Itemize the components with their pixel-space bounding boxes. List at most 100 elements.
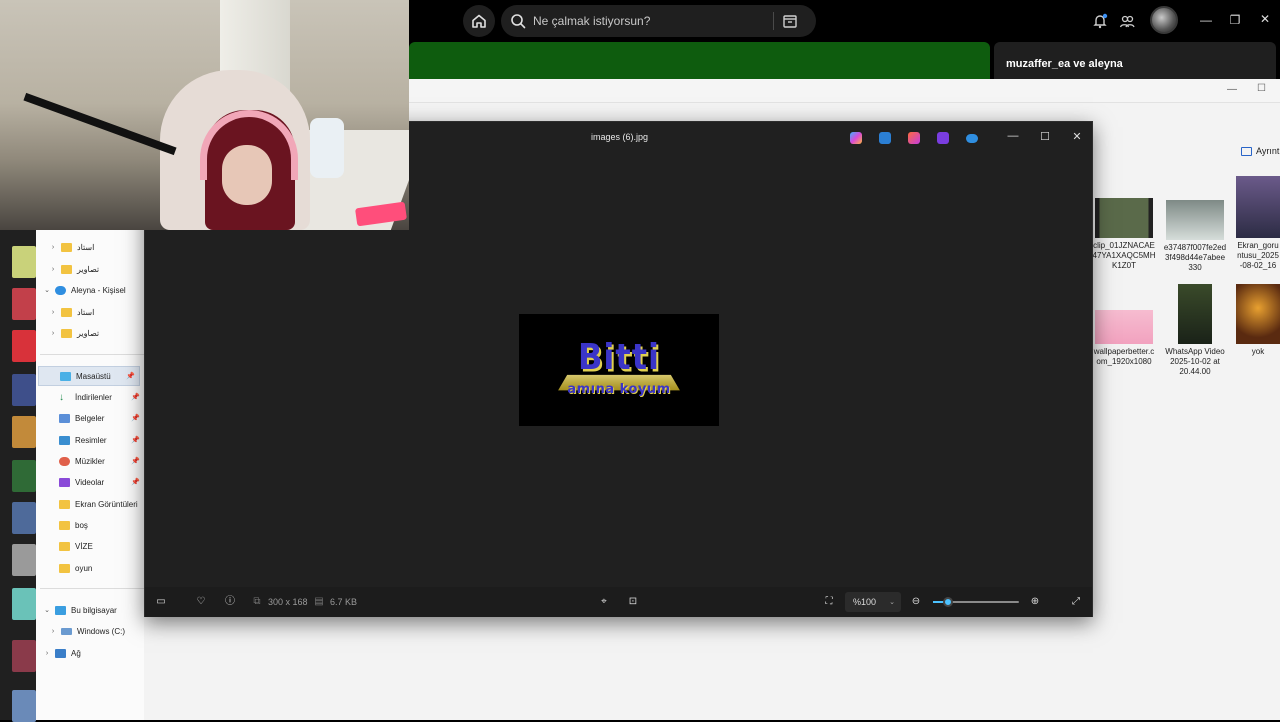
minimize-icon[interactable]: — xyxy=(1196,13,1216,27)
tree-item[interactable]: › تصاوير xyxy=(36,259,144,279)
fit-to-window-icon[interactable]: ⛶ xyxy=(823,596,835,608)
edit-icon[interactable] xyxy=(879,132,891,144)
dimensions-icon: ⧉ xyxy=(253,596,261,607)
file-name: Ekran_goruntusu_2025-08-02_16 xyxy=(1237,241,1279,270)
strip-thumb xyxy=(12,588,36,620)
tree-item-label: استاد xyxy=(77,307,95,317)
bell-icon[interactable] xyxy=(1092,13,1108,29)
pin-icon: 📌 xyxy=(126,373,135,380)
filmstrip-icon[interactable]: ▭ xyxy=(155,596,167,608)
quick-access-videos[interactable]: Videolar 📌 xyxy=(36,472,144,492)
favorite-heart-icon[interactable]: ♡ xyxy=(195,596,207,608)
file-thumbnail[interactable]: Ekran_goruntusu_2025-08-02_16 xyxy=(1236,176,1280,271)
strip-thumb xyxy=(12,690,36,722)
strip-thumb xyxy=(12,460,36,492)
quick-access-pictures[interactable]: Resimler 📌 xyxy=(36,430,144,450)
quick-access-folder[interactable]: oyun xyxy=(36,558,144,578)
quick-access-downloads[interactable]: ↓ İndirilenler 📌 xyxy=(36,387,144,407)
zoom-dropdown[interactable]: %100 ⌄ xyxy=(845,592,901,612)
now-playing-panel: muzaffer_ea ve aleyna xyxy=(994,42,1276,79)
details-button[interactable]: Ayrıntı xyxy=(1241,146,1280,156)
fullscreen-icon[interactable]: ⤢ xyxy=(1070,596,1082,608)
user-avatar[interactable] xyxy=(1150,6,1178,34)
designer-icon[interactable] xyxy=(908,132,920,144)
friends-activity-icon[interactable] xyxy=(1119,13,1135,29)
file-thumbnail[interactable]: e37487f007fe2ed3f498d44e7abee330 xyxy=(1163,200,1227,273)
clipchamp-icon[interactable] xyxy=(937,132,949,144)
file-name: clip_01JZNACAE47YA1XAQC5MHK1Z0T xyxy=(1092,241,1156,270)
folder-icon xyxy=(61,242,72,252)
image-thumb xyxy=(1095,310,1153,344)
explorer-minimize-icon[interactable]: — xyxy=(1227,84,1237,95)
maximize-icon[interactable]: ❐ xyxy=(1225,13,1245,27)
tree-item-drive-c[interactable]: › Windows (C:) xyxy=(36,621,144,641)
maximize-icon[interactable]: ☐ xyxy=(1037,130,1053,143)
quick-access-desktop[interactable]: Masaüstü 📌 xyxy=(38,366,140,386)
image-thumb xyxy=(1236,284,1280,344)
tree-item-label: İndirilenler xyxy=(75,392,112,402)
zoom-slider-thumb[interactable] xyxy=(943,597,954,607)
search-input[interactable] xyxy=(533,14,763,28)
quick-access-folder[interactable]: boş xyxy=(36,515,144,535)
zoom-slider[interactable] xyxy=(933,597,1019,607)
explorer-maximize-icon[interactable]: ☐ xyxy=(1257,83,1266,94)
tree-item-label: تصاوير xyxy=(77,328,100,338)
text-recognition-icon[interactable]: ⊡ xyxy=(627,596,639,608)
quick-access-music[interactable]: Müzikler 📌 xyxy=(36,451,144,471)
tree-item[interactable]: › استاد xyxy=(36,302,144,322)
download-icon: ↓ xyxy=(59,391,64,403)
video-thumb-image xyxy=(1178,284,1212,344)
image-dimensions: 300 x 168 xyxy=(268,597,308,607)
search-divider xyxy=(773,12,774,30)
browse-icon[interactable] xyxy=(782,13,798,29)
tree-item-network[interactable]: › Ağ xyxy=(36,643,144,663)
file-thumbnail[interactable]: yok xyxy=(1236,284,1280,357)
info-icon[interactable]: ⓘ xyxy=(224,596,236,608)
home-button[interactable] xyxy=(463,5,495,37)
folder-icon xyxy=(59,563,70,573)
file-thumbnail[interactable]: WhatsApp Video 2025-10-02 at 20.44.00 xyxy=(1163,284,1227,377)
zoom-out-icon[interactable]: ⊖ xyxy=(910,596,922,608)
cloud-icon xyxy=(55,285,66,295)
chevron-down-icon[interactable]: ⌄ xyxy=(42,606,52,614)
details-label: Ayrıntı xyxy=(1256,146,1280,156)
zoom-value: %100 xyxy=(853,597,877,607)
tree-item-onedrive[interactable]: ⌄ Aleyna - Kişisel xyxy=(36,280,144,300)
strip-thumb xyxy=(12,640,36,672)
tree-item-label: boş xyxy=(75,520,88,530)
quick-access-screenshots[interactable]: Ekran Görüntüleri xyxy=(36,494,144,514)
search-bar[interactable] xyxy=(501,5,816,37)
file-thumbnail[interactable]: wallpaperbetter.com_1920x1080 xyxy=(1092,310,1156,367)
chevron-right-icon[interactable]: › xyxy=(48,244,58,251)
close-icon[interactable]: ✕ xyxy=(1069,130,1085,143)
close-icon[interactable]: ✕ xyxy=(1255,12,1275,26)
file-name: WhatsApp Video 2025-10-02 at 20.44.00 xyxy=(1165,347,1225,376)
file-thumbnail[interactable]: clip_01JZNACAE47YA1XAQC5MHK1Z0T xyxy=(1092,198,1156,271)
tree-item-label: Masaüstü xyxy=(76,371,111,381)
details-pane-icon xyxy=(1241,146,1252,156)
tree-item-this-pc[interactable]: ⌄ Bu bilgisayar xyxy=(36,600,144,620)
chevron-right-icon[interactable]: › xyxy=(48,330,58,337)
tree-item[interactable]: › استاد xyxy=(36,237,144,257)
strip-thumb xyxy=(12,544,36,576)
tree-item[interactable]: › تصاوير xyxy=(36,323,144,343)
strip-thumb xyxy=(12,330,36,362)
copilot-icon[interactable] xyxy=(850,132,862,144)
desktop-icon xyxy=(60,371,71,381)
folder-icon xyxy=(61,328,72,338)
chevron-right-icon[interactable]: › xyxy=(48,628,58,635)
tree-item-label: Belgeler xyxy=(75,413,105,423)
chevron-down-icon[interactable]: ⌄ xyxy=(42,286,52,294)
onedrive-icon[interactable] xyxy=(966,134,978,143)
webcam-overlay xyxy=(0,0,409,230)
minimize-icon[interactable]: — xyxy=(1005,130,1021,142)
visual-search-icon[interactable]: ⌖ xyxy=(598,596,610,608)
chevron-right-icon[interactable]: › xyxy=(42,650,52,657)
pin-icon: 📌 xyxy=(131,437,140,444)
quick-access-folder[interactable]: VİZE xyxy=(36,536,144,556)
quick-access-documents[interactable]: Belgeler 📌 xyxy=(36,408,144,428)
chevron-right-icon[interactable]: › xyxy=(48,309,58,316)
chevron-right-icon[interactable]: › xyxy=(48,266,58,273)
tree-item-label: Videolar xyxy=(75,477,105,487)
zoom-in-icon[interactable]: ⊕ xyxy=(1029,596,1041,608)
